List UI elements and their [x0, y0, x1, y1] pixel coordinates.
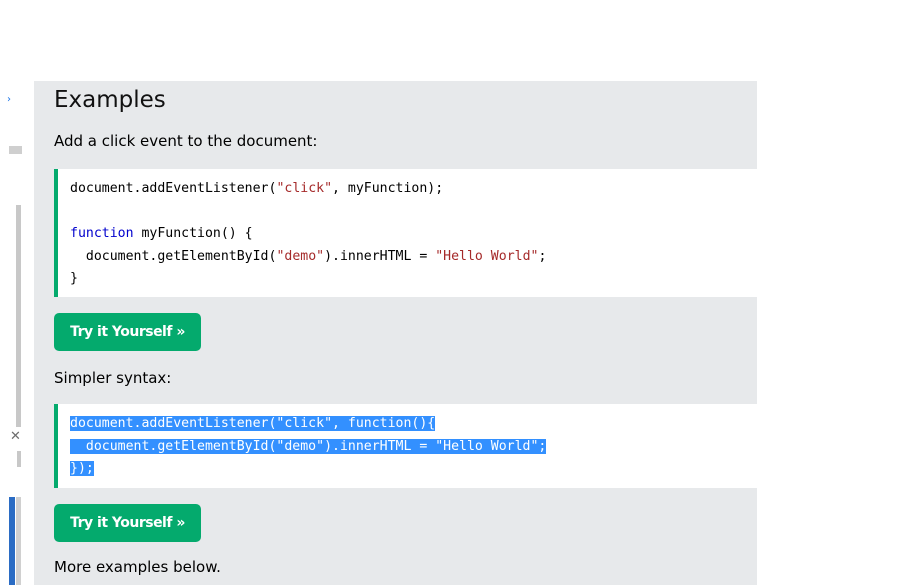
code-token: function [70, 226, 134, 241]
code-token: myFunction() { [133, 226, 253, 241]
code-line: document.getElementById("demo").innerHTM… [70, 436, 757, 459]
code-line: document.getElementById("demo").innerHTM… [70, 246, 757, 269]
code-line: function myFunction() { [70, 223, 757, 246]
code-token: "click" [276, 181, 333, 196]
intro-text: Add a click event to the document: [54, 132, 318, 150]
code-token: "demo" [276, 248, 325, 264]
examples-panel: Examples Add a click event to the docume… [34, 81, 757, 585]
more-examples-text: More examples below. [54, 558, 221, 576]
code-token: document.addEventListener( [70, 181, 277, 196]
code-token: ).innerHTML = [324, 248, 436, 264]
code-example-2: document.addEventListener("click", funct… [54, 404, 757, 488]
code-token: }); [70, 461, 94, 476]
scrollbar-track[interactable] [16, 205, 21, 427]
window-divider [17, 451, 21, 467]
code-token: document.getElementById("demo").innerHTM… [70, 438, 547, 454]
window-divider [9, 146, 22, 154]
code-token: "Hello World" [435, 248, 539, 264]
code-line: }); [70, 458, 757, 481]
simpler-syntax-label: Simpler syntax: [54, 369, 172, 387]
code-token: ; [538, 248, 547, 264]
code-token: , myFunction); [332, 181, 444, 196]
code-line: document.addEventListener("click", myFun… [70, 178, 757, 201]
code-line: } [70, 268, 757, 291]
chevron-right-icon: › [7, 94, 11, 105]
examples-heading: Examples [54, 87, 166, 113]
page: › ✕ Examples Add a click event to the do… [0, 0, 900, 585]
code-token: } [70, 271, 78, 286]
code-example-1: document.addEventListener("click", myFun… [54, 169, 757, 297]
try-it-yourself-button-2[interactable]: Try it Yourself » [54, 504, 201, 542]
code-token: document.addEventListener("click", funct… [70, 416, 436, 431]
window-divider [16, 497, 21, 585]
code-line: document.addEventListener("click", funct… [70, 413, 757, 436]
code-token: document.getElementById( [70, 248, 277, 264]
close-icon[interactable]: ✕ [10, 430, 21, 444]
taskbar-highlight [9, 497, 15, 585]
background-window-edge: › ✕ [7, 81, 22, 585]
try-it-yourself-button[interactable]: Try it Yourself » [54, 313, 201, 351]
